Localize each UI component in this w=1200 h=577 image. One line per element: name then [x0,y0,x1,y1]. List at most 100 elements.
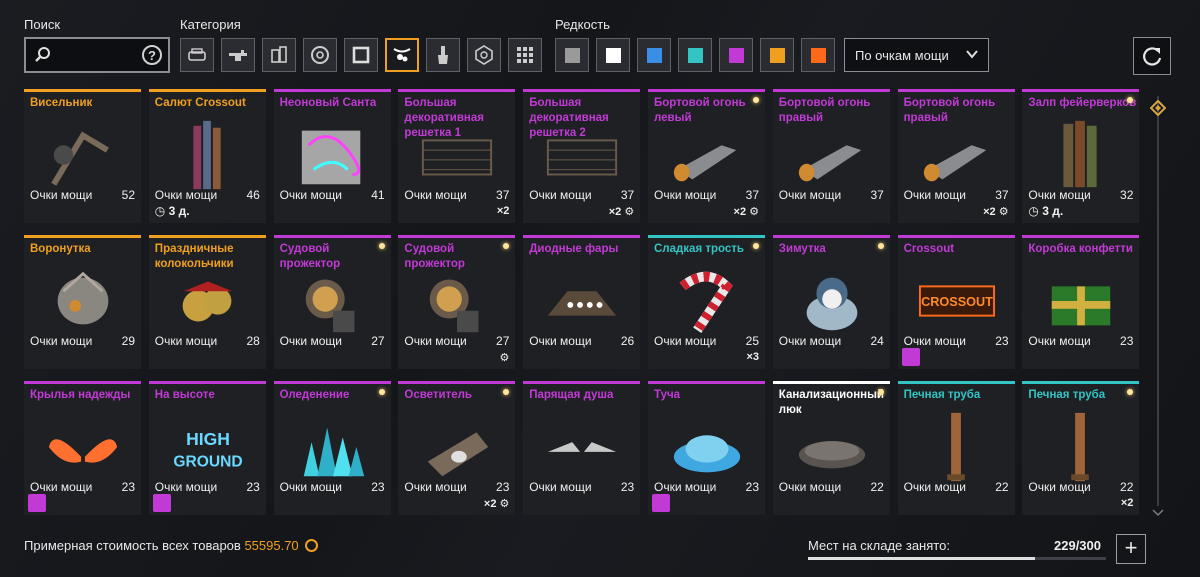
item-card[interactable]: Бортовой огонь левый Очки мощи 37 ×2 ⚙ [648,89,765,223]
sort-dropdown[interactable]: По очкам мощи [844,38,989,72]
new-indicator-icon [378,389,385,395]
item-card[interactable]: Парящая душа Очки мощи 23 [523,381,641,515]
scroll-thumb-icon[interactable] [1150,100,1166,116]
item-card[interactable]: Канализационный люк Очки мощи 22 [772,381,890,515]
item-card[interactable]: Диодные фары Очки мощи 26 [523,235,641,369]
chevron-down-icon [966,50,978,59]
scrollbar[interactable] [1157,96,1159,506]
rarity-stripe [523,235,641,238]
module-icon [271,46,287,63]
points-value: 37 [745,188,759,202]
weapon-icon [229,50,247,61]
item-name: Печная труба [903,389,981,401]
item-image [51,131,109,186]
item-card[interactable]: Большая декоративная решетка 1 Очки мощи 3… [398,89,516,223]
item-card[interactable]: Неоновый Санта Очки мощи 41 [273,89,391,223]
category-button-wheel[interactable] [303,38,337,72]
item-card[interactable]: Праздничные колокольчики Очки мощи 28 [148,235,266,369]
search-icon [35,47,50,62]
item-card[interactable]: Crossout CROSSOUT Очки мощи 23 [897,235,1015,369]
points-value: 23 [620,480,635,494]
item-card[interactable]: Крылья надежды Очки мощи 23 [24,381,141,515]
rarity-button[interactable] [555,38,589,72]
item-name: Зимутка [778,243,826,255]
category-button-grid[interactable] [508,38,542,72]
add-storage-button[interactable]: + [1116,534,1146,564]
scroll-down-icon[interactable] [1151,508,1165,518]
item-card[interactable]: Осветитель Очки мощи 23 ×2 ⚙ [398,381,516,515]
points-value: 23 [371,480,385,494]
rarity-button[interactable] [678,38,712,72]
points-label: Очки мощи [279,188,342,202]
points-value: 23 [745,480,759,494]
category-button-paint[interactable] [426,38,460,72]
rarity-swatch [605,47,621,63]
item-card[interactable]: Печная труба Очки мощи 22 [897,381,1015,515]
item-card[interactable]: Висельник Очки мощи 52 [24,89,141,223]
search-input[interactable]: ? [24,37,170,73]
rarity-stripe [772,89,890,92]
item-card[interactable]: Оледенение Очки мощи 23 [273,381,391,515]
help-icon[interactable]: ? [142,45,162,65]
item-card[interactable]: Туча Очки мощи 23 [648,381,765,515]
rarity-stripe [897,89,1015,92]
category-button-cabin[interactable] [180,38,214,72]
rarity-stripe [398,89,516,92]
item-count: ⚙ [499,352,510,364]
item-image [422,139,493,176]
storage-label: Мест на складе занято: [808,538,950,553]
coin-icon [305,539,319,552]
item-card[interactable]: Салют Crossout Очки мощи 46 ◷ 3 д. [148,89,266,223]
timer: ◷ 3 д. [1028,204,1063,218]
category-button-weapon[interactable] [221,38,255,72]
item-card[interactable]: Бортовой огонь правый Очки мощи 37 [772,89,890,223]
item-name: Крылья надежды [30,389,131,401]
points-label: Очки мощи [1028,480,1091,494]
sort-value: По очкам мощи [855,48,949,63]
rarity-stripe [523,381,641,384]
item-card[interactable]: Сладкая трость Очки мощи 25 ×3 [648,235,765,369]
points-value: 22 [1120,480,1134,494]
points-value: 32 [1120,188,1134,202]
rarity-stripe [523,89,641,92]
points-label: Очки мощи [404,480,467,494]
item-card[interactable]: Зимутка Очки мощи 24 [772,235,890,369]
item-card[interactable]: Залп фейерверков Очки мощи 32 ◷ 3 д. [1022,89,1140,223]
item-count: ×3 [746,351,759,363]
category-button-decor[interactable] [385,38,419,72]
new-indicator-icon [877,243,884,249]
grid-icon [517,47,533,63]
rarity-button[interactable] [719,38,753,72]
points-label: Очки мощи [654,188,717,202]
rarity-button[interactable] [801,38,835,72]
points-label: Очки мощи [529,188,592,202]
rarity-button[interactable] [596,38,630,72]
item-name: Залп фейерверков [1028,97,1137,109]
refresh-button[interactable] [1133,37,1171,75]
category-button-module[interactable] [262,38,296,72]
item-card[interactable]: Большая декоративная решетка 2 Очки мощи 3… [523,89,641,223]
item-card[interactable]: Бортовой огонь правый Очки мощи 37 ×2 ⚙ [897,89,1015,223]
item-card[interactable]: Судовой прожектор Очки мощи 27 [273,235,391,369]
item-count: ×2 [496,205,510,217]
item-card[interactable]: Коробка конфетти Очки мощи 23 [1022,235,1140,369]
rarity-stripe [148,381,266,384]
rarity-button[interactable] [760,38,794,72]
new-indicator-icon [753,97,759,103]
item-image [430,279,479,333]
item-card[interactable]: Печная труба Очки мощи 22 ×2 [1022,381,1140,515]
points-label: Очки мощи [30,480,93,494]
new-indicator-icon [753,243,759,249]
item-card[interactable]: Воронутка Очки мощи 29 [24,235,141,369]
category-button-frame[interactable] [344,38,378,72]
item-name: Диодные фары [529,243,619,255]
category-button-sticker[interactable] [467,38,501,72]
rarity-button[interactable] [637,38,671,72]
rarity-stripe [273,235,391,238]
points-value: 22 [870,480,884,494]
rarity-swatch [810,47,826,63]
item-card[interactable]: На высоте HIGH GROUND Очки мощи 23 [148,381,266,515]
points-value: 23 [1120,334,1134,348]
item-card[interactable]: Судовой прожектор Очки мощи 27 ⚙ [398,235,516,369]
item-name: На высоте [154,389,215,401]
